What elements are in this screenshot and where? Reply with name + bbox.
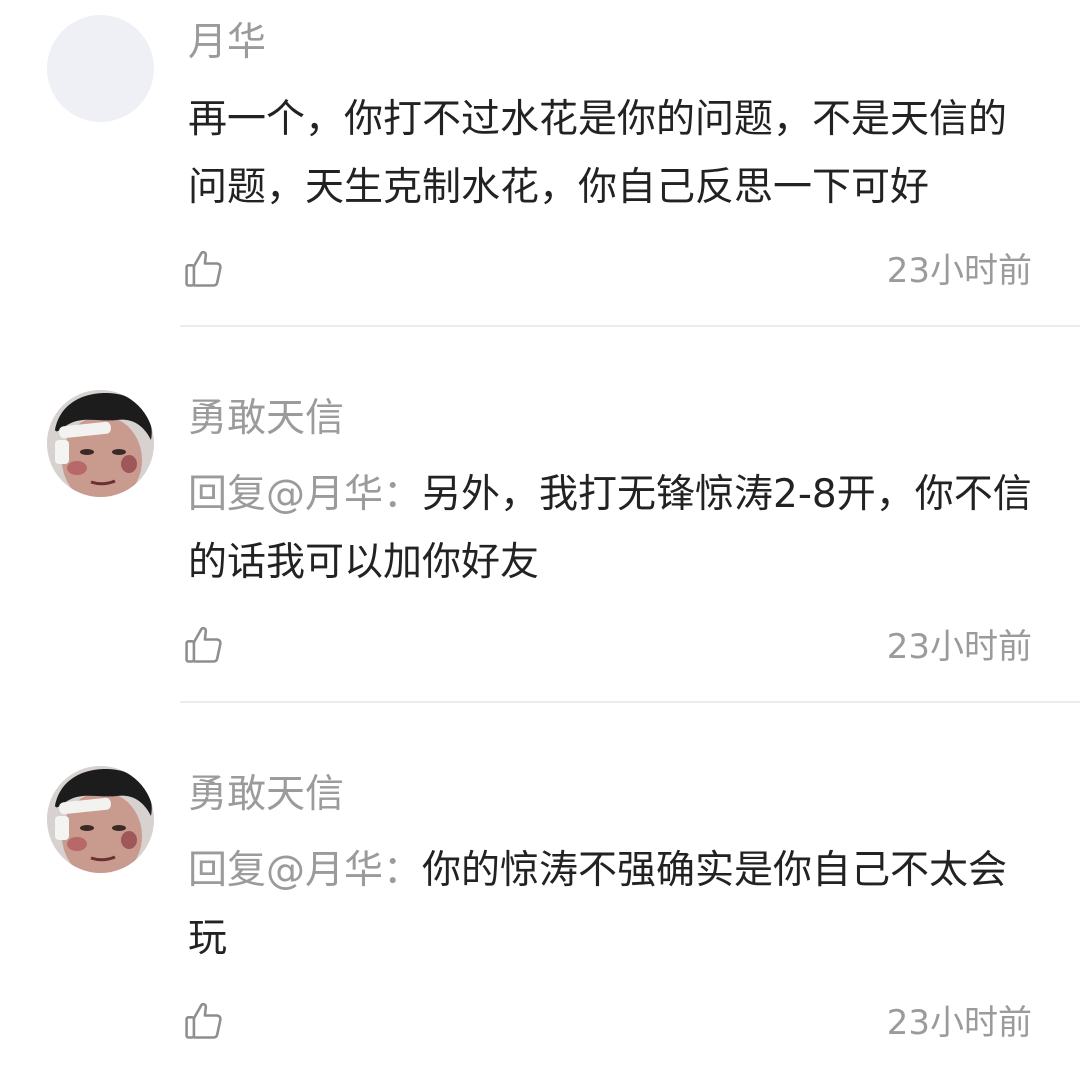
reply-mention[interactable]: 回复@月华：: [188, 472, 422, 517]
thumbs-up-icon[interactable]: [182, 247, 226, 291]
avatar[interactable]: [47, 766, 154, 873]
comment-username[interactable]: 月华: [188, 18, 266, 68]
avatar[interactable]: [47, 15, 154, 122]
thumbs-up-icon[interactable]: [182, 999, 226, 1043]
avatar[interactable]: [47, 390, 154, 497]
comment-text: 回复@月华：另外，我打无锋惊涛2-8开，你不信的话我可以加你好友: [188, 461, 1038, 597]
comment-item: 月华 再一个，你打不过水花是你的问题，不是天信的问题，天生克制水花，你自己反思一…: [0, 0, 1080, 327]
comment-item: 勇敢天信 回复@月华：你的惊涛不强确实是你自己不太会玩 23小时前: [0, 703, 1080, 1069]
comment-text: 回复@月华：你的惊涛不强确实是你自己不太会玩: [188, 837, 1038, 973]
comment-item: 勇敢天信 回复@月华：另外，我打无锋惊涛2-8开，你不信的话我可以加你好友 23…: [0, 327, 1080, 703]
comment-username[interactable]: 勇敢天信: [188, 770, 344, 820]
comment-text: 再一个，你打不过水花是你的问题，不是天信的问题，天生克制水花，你自己反思一下可好: [188, 86, 1038, 222]
comment-body: 再一个，你打不过水花是你的问题，不是天信的问题，天生克制水花，你自己反思一下可好: [188, 97, 1008, 210]
comment-time: 23小时前: [886, 251, 1032, 291]
comment-time: 23小时前: [886, 627, 1032, 667]
reply-mention[interactable]: 回复@月华：: [188, 848, 422, 893]
comment-time: 23小时前: [886, 1003, 1032, 1043]
thumbs-up-icon[interactable]: [182, 623, 226, 667]
comment-username[interactable]: 勇敢天信: [188, 394, 344, 444]
